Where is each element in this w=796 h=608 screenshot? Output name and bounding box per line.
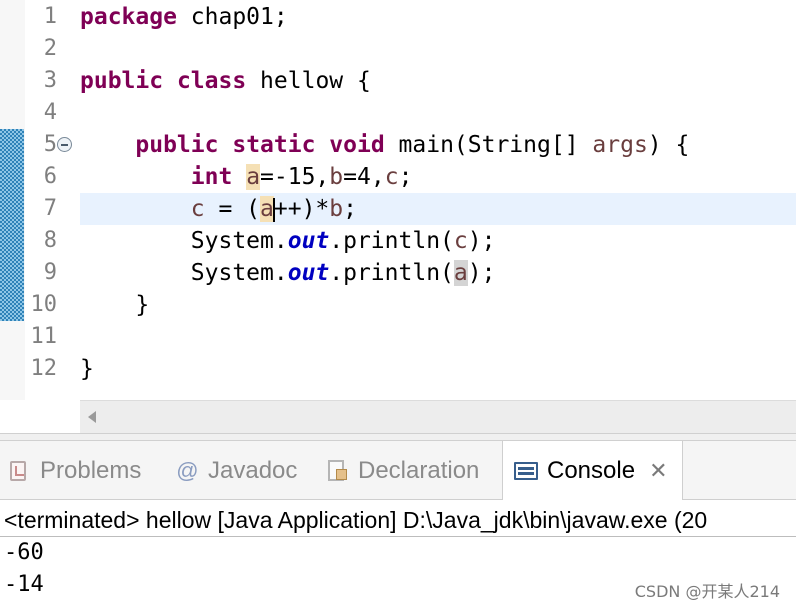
code-token-var: args [592, 132, 648, 158]
tab-declaration[interactable]: Declaration [324, 441, 479, 500]
line-number: 1 [43, 4, 57, 29]
tab-label: Javadoc [208, 456, 298, 484]
tab-label: Console [547, 457, 636, 484]
horizontal-scrollbar[interactable] [80, 400, 796, 433]
code-token-var: a [453, 260, 468, 286]
console-output-line: -14 [4, 572, 44, 597]
code-token-kw: public [135, 132, 219, 158]
code-token: } [80, 292, 150, 318]
divider [0, 536, 796, 537]
declaration-icon [324, 458, 350, 484]
code-editor[interactable]: 1 2 3 4 5 6 7 8 9 10 11 12 package chap0… [0, 0, 796, 433]
code-token-var: c [190, 196, 205, 222]
code-line[interactable]: public class hellow { [80, 65, 796, 97]
close-icon[interactable]: ✕ [649, 458, 667, 484]
code-line[interactable] [80, 33, 796, 65]
code-token: ++)* [273, 196, 330, 222]
code-token: ; [343, 196, 357, 222]
code-token-kw: void [329, 132, 385, 158]
code-token-var: b [329, 164, 344, 190]
code-token: main(String[] [384, 132, 593, 158]
code-line[interactable]: c = (a++)*b; [80, 193, 796, 225]
code-token-var: a [246, 164, 261, 190]
code-token-kw: package [80, 4, 177, 30]
code-token: System. [80, 260, 288, 286]
code-token-kw: class [176, 68, 247, 94]
tab-label: Declaration [358, 456, 480, 484]
tab-problems[interactable]: Problems [6, 441, 141, 500]
line-number: 11 [30, 324, 58, 349]
code-area[interactable]: package chap01; public class hellow { pub… [80, 0, 796, 400]
tab-label: Problems [40, 456, 142, 484]
code-token: } [80, 356, 94, 382]
code-token: System. [80, 228, 288, 254]
code-token-kw: int [190, 164, 233, 190]
line-number: 9 [43, 260, 57, 285]
console-icon [513, 458, 539, 484]
code-line[interactable]: } [80, 289, 796, 321]
code-line[interactable]: System.out.println(a); [80, 257, 796, 289]
line-number: 6 [43, 164, 57, 189]
tab-console[interactable]: Console ✕ [502, 441, 683, 501]
scroll-left-arrow-icon[interactable] [88, 411, 96, 423]
line-number-gutter: 1 2 3 4 5 6 7 8 9 10 11 12 [25, 0, 77, 400]
javadoc-icon: @ [175, 457, 199, 483]
code-token: ); [467, 260, 496, 286]
code-token: =4, [343, 164, 385, 190]
code-line[interactable]: System.out.println(c); [80, 225, 796, 257]
line-number: 8 [43, 228, 57, 253]
console-status: <terminated> hellow [Java Application] D… [4, 507, 708, 533]
console-output-line: -60 [4, 540, 44, 565]
line-number: 4 [43, 100, 57, 125]
line-number: 7 [43, 196, 57, 221]
code-token-var: c [453, 228, 468, 254]
code-token: ); [467, 228, 496, 254]
code-token: .println( [329, 228, 454, 254]
code-token-var: b [329, 196, 344, 222]
code-token-var: c [384, 164, 399, 190]
pane-divider[interactable] [0, 433, 796, 441]
problems-icon [6, 458, 32, 484]
line-number: 5 [43, 132, 57, 157]
code-token-fld: out [287, 260, 330, 286]
line-number: 2 [43, 36, 57, 61]
code-line[interactable] [80, 97, 796, 129]
tab-javadoc[interactable]: @ Javadoc [174, 441, 298, 500]
code-line[interactable]: public static void main(String[] args) { [80, 129, 796, 161]
code-token-kw: static [232, 132, 316, 158]
code-token: = ( [204, 196, 261, 222]
collapse-fold-icon[interactable] [57, 137, 72, 152]
line-number: 12 [30, 356, 58, 381]
code-line[interactable]: package chap01; [80, 1, 796, 33]
code-line[interactable]: } [80, 353, 796, 385]
code-token: hellow { [246, 68, 371, 94]
views-tab-bar: Problems @ Javadoc Declaration Console ✕ [0, 441, 796, 501]
console-view[interactable]: <terminated> hellow [Java Application] D… [0, 500, 796, 608]
code-line[interactable]: int a=-15,b=4,c; [80, 161, 796, 193]
code-token: =-15, [260, 164, 330, 190]
code-token: .println( [329, 260, 454, 286]
watermark: CSDN @开某人214 [634, 582, 780, 601]
code-token-var: a [260, 196, 274, 222]
code-token-fld: out [287, 228, 330, 254]
code-line[interactable] [80, 321, 796, 353]
line-number: 3 [43, 68, 57, 93]
code-token: chap01; [176, 4, 288, 30]
line-number: 10 [30, 292, 58, 317]
code-token: ; [398, 164, 413, 190]
code-token: ) { [647, 132, 690, 158]
code-token-kw: public [80, 68, 164, 94]
